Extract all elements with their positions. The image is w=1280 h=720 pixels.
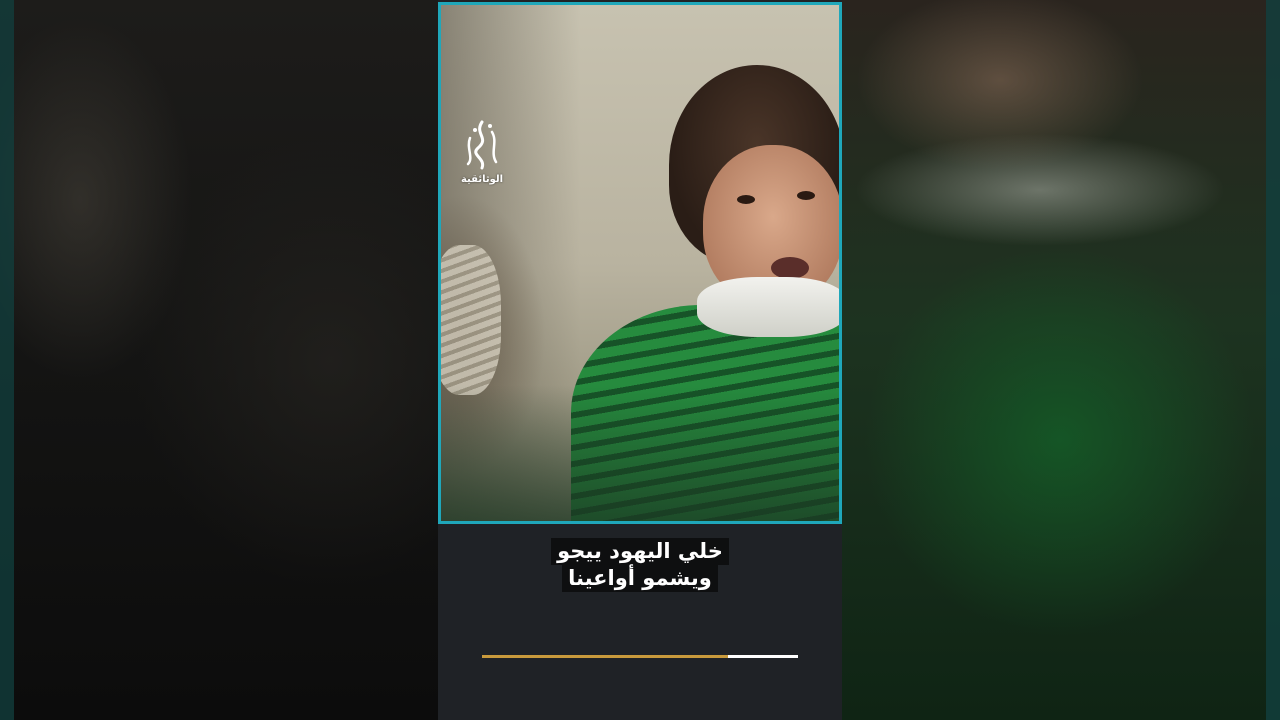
child-mouth [771,257,809,279]
child-eye-right [797,191,815,200]
subtitle-line-1: خلي اليهود ييجو [551,538,729,565]
child-eye-left [737,195,755,204]
progress-bar[interactable] [482,655,798,658]
bottom-fade [441,385,839,521]
video-frame-image [441,5,839,521]
left-edge-strip [0,0,14,720]
subtitle-row-1: خلي اليهود ييجو [440,538,840,565]
white-collar [697,277,839,337]
right-edge-strip [1266,0,1280,720]
subtitle-row-2: ويشمو أواعينا [440,565,840,592]
aljazeera-calligraphy-icon [466,120,498,170]
logo-caption: الوثائقية [460,174,504,185]
video-player[interactable] [438,2,842,524]
blurred-arm [441,245,501,395]
blurred-background-left [0,0,440,720]
progress-bar-played [482,655,729,658]
subtitles: خلي اليهود ييجو ويشمو أواعينا [440,538,840,592]
aljazeera-documentary-logo: الوثائقية [454,118,510,198]
subtitle-line-2: ويشمو أواعينا [562,565,718,592]
blurred-background-right [840,0,1280,720]
